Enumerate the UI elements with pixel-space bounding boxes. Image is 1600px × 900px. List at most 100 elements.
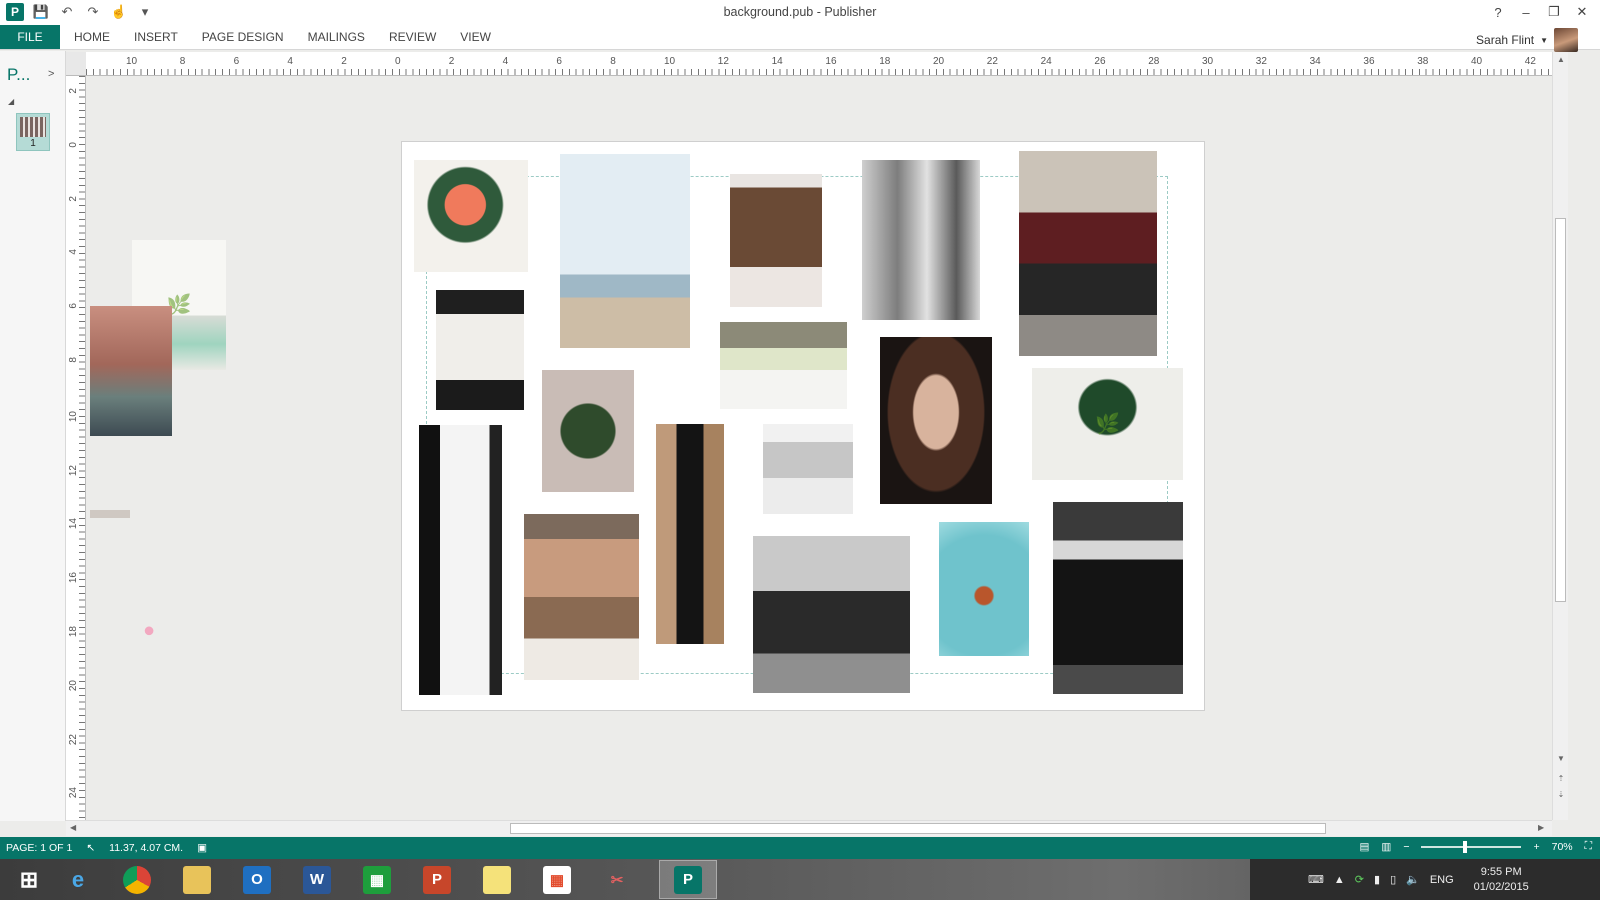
publisher-icon: P bbox=[674, 865, 702, 894]
photo-street-duo[interactable] bbox=[1019, 151, 1157, 356]
zoom-slider-knob[interactable] bbox=[1463, 840, 1468, 853]
expand-pane-icon[interactable]: > bbox=[48, 68, 54, 80]
ruler-tick-label: 18 bbox=[879, 56, 891, 67]
show-hidden-icons-icon[interactable]: ▲ bbox=[1334, 874, 1345, 886]
scroll-up-icon[interactable]: ▲ bbox=[1553, 55, 1569, 64]
taskbar-powerpoint[interactable]: P bbox=[408, 860, 466, 899]
input-language[interactable]: ENG bbox=[1430, 874, 1454, 886]
object-size-icon[interactable]: ▣ bbox=[197, 842, 207, 854]
photo-fur-stole-bw[interactable] bbox=[1053, 502, 1183, 694]
scroll-down-icon[interactable]: ▼ bbox=[1553, 754, 1569, 763]
scroll-right-icon[interactable]: ▶ bbox=[1538, 823, 1544, 832]
zoom-in-icon[interactable]: + bbox=[1533, 841, 1539, 853]
ruler-tick-label: 16 bbox=[825, 56, 837, 67]
taskbar-word[interactable]: W bbox=[288, 860, 346, 899]
photo-camel-coat-outfit[interactable] bbox=[656, 424, 724, 644]
photo-beach-friends[interactable] bbox=[560, 154, 690, 348]
photo-long-wavy-hair[interactable] bbox=[730, 174, 822, 307]
zoom-out-icon[interactable]: − bbox=[1403, 841, 1409, 853]
photo-long-brown-hair-portrait[interactable] bbox=[524, 514, 639, 680]
vertical-scrollbar[interactable]: ▲ ▼ ⇡ ⇣ bbox=[1552, 52, 1568, 820]
ruler-tick-label: 22 bbox=[68, 733, 79, 745]
minimize-button[interactable]: – bbox=[1514, 2, 1538, 22]
photo-blonde-smile-bw[interactable] bbox=[419, 425, 502, 695]
photo-monstera-vase[interactable]: 🌿 bbox=[1032, 368, 1183, 480]
horizontal-scrollbar[interactable]: ◀ ▶ bbox=[66, 820, 1552, 836]
taskbar-outlook[interactable]: O bbox=[228, 860, 286, 899]
taskbar-snipping-tool[interactable]: ✂ bbox=[588, 860, 646, 899]
photo-heels-paper[interactable] bbox=[436, 290, 524, 410]
scroll-left-icon[interactable]: ◀ bbox=[70, 823, 76, 832]
scratch-photo-townhouse-street[interactable] bbox=[90, 306, 172, 436]
ruler-tick-label: 8 bbox=[68, 357, 79, 363]
photo-hanging-plant[interactable] bbox=[542, 370, 634, 492]
status-right: ▤ ▥ − + 70% ⛶ bbox=[1360, 840, 1592, 853]
photo-tulips-vase[interactable] bbox=[720, 322, 847, 409]
photo-peony-bouquet[interactable] bbox=[414, 160, 528, 272]
horizontal-scroll-thumb[interactable] bbox=[510, 823, 1326, 834]
tab-file[interactable]: FILE bbox=[0, 25, 60, 49]
page-thumbnail[interactable]: 1 bbox=[16, 113, 50, 151]
ruler-tick-label: 26 bbox=[1094, 56, 1106, 67]
photo-dark-lipstick-portrait[interactable] bbox=[880, 337, 992, 504]
next-page-icon[interactable]: ⇣ bbox=[1553, 790, 1569, 799]
ruler-tick-label: 14 bbox=[68, 518, 79, 530]
previous-page-icon[interactable]: ⇡ bbox=[1553, 774, 1569, 783]
ruler-tick-label: 40 bbox=[1471, 56, 1483, 67]
ruler-tick-label: 16 bbox=[68, 572, 79, 584]
page-indicator[interactable]: PAGE: 1 OF 1 bbox=[6, 842, 72, 854]
clock[interactable]: 9:55 PM 01/02/2015 bbox=[1474, 865, 1529, 895]
user-account[interactable]: Sarah Flint ▼ bbox=[1476, 28, 1578, 52]
two-page-view-icon[interactable]: ▥ bbox=[1381, 841, 1391, 853]
taskbar-internet-explorer[interactable]: e bbox=[49, 860, 107, 899]
apps-grid-icon: ▦ bbox=[543, 865, 571, 894]
ruler-tick-label: 4 bbox=[502, 56, 509, 67]
page-navigation-pane: P... > ◢ 1 bbox=[0, 51, 66, 821]
scratch-area[interactable]: 🌿 ● 🌿 bbox=[86, 76, 1552, 820]
page-thumbnail-preview bbox=[20, 117, 46, 137]
avatar bbox=[1554, 28, 1578, 52]
signal-icon[interactable]: ▮ bbox=[1374, 873, 1380, 886]
tab-mailings[interactable]: MAILINGS bbox=[296, 30, 377, 44]
fit-page-icon[interactable]: ⛶ bbox=[1585, 840, 1592, 853]
tab-insert[interactable]: INSERT bbox=[122, 30, 190, 44]
vertical-scroll-thumb[interactable] bbox=[1555, 218, 1566, 602]
taskbar-file-explorer[interactable] bbox=[168, 860, 226, 899]
ruler-tick-label: 36 bbox=[1363, 56, 1375, 67]
windows-logo-icon: ⊞ bbox=[19, 866, 39, 892]
folder-icon bbox=[183, 865, 211, 894]
taskbar-chrome[interactable] bbox=[108, 860, 166, 899]
vertical-ruler[interactable]: 2 0 2 4 6 8 10 12 14 16 18 20 22 24 bbox=[66, 76, 86, 820]
window-title: background.pub - Publisher bbox=[723, 5, 877, 19]
help-button[interactable]: ? bbox=[1486, 2, 1510, 22]
photo-pineapple-pool[interactable] bbox=[939, 522, 1029, 656]
system-tray: ⌨ ▲ ⟳ ▮ ▯ 🔈 ENG 9:55 PM 01/02/2015 bbox=[1250, 859, 1600, 900]
tab-home[interactable]: HOME bbox=[62, 30, 122, 44]
taskbar-apps[interactable]: ▦ bbox=[528, 860, 586, 899]
single-page-view-icon[interactable]: ▤ bbox=[1360, 841, 1370, 853]
cursor-icon: ↖ bbox=[86, 842, 96, 854]
zoom-level[interactable]: 70% bbox=[1552, 841, 1573, 853]
tab-page-design[interactable]: PAGE DESIGN bbox=[190, 30, 296, 44]
battery-icon[interactable]: ▯ bbox=[1390, 873, 1396, 886]
photo-white-cap-back[interactable] bbox=[763, 424, 853, 514]
photo-two-women-bw[interactable] bbox=[862, 160, 980, 320]
taskbar-sticky-notes[interactable] bbox=[468, 860, 526, 899]
tab-view[interactable]: VIEW bbox=[448, 30, 503, 44]
keyboard-icon[interactable]: ⌨ bbox=[1308, 873, 1324, 886]
zoom-slider[interactable] bbox=[1421, 840, 1522, 853]
horizontal-ruler[interactable]: 10 8 6 4 2 0 2 4 6 8 10 12 14 16 18 20 22 24 26 28 30 32 34 36 3… bbox=[86, 52, 1552, 76]
taskbar-publisher[interactable]: P bbox=[659, 860, 717, 899]
photo-walking-pair-bw[interactable] bbox=[753, 536, 910, 693]
publication-page[interactable]: 🌿 bbox=[402, 142, 1204, 710]
collapse-triangle-icon[interactable]: ◢ bbox=[8, 97, 14, 106]
ruler-tick-label: 24 bbox=[1040, 56, 1052, 67]
taskbar-store[interactable]: ▦ bbox=[348, 860, 406, 899]
scratch-photo-small-strip[interactable] bbox=[90, 510, 130, 518]
restore-button[interactable]: ❐ bbox=[1542, 2, 1566, 22]
volume-icon[interactable]: 🔈 bbox=[1406, 873, 1420, 886]
tab-review[interactable]: REVIEW bbox=[377, 30, 448, 44]
sync-icon[interactable]: ⟳ bbox=[1355, 873, 1364, 886]
scratch-photo-bubblegum-portrait[interactable]: ● bbox=[90, 518, 208, 724]
close-button[interactable]: ✕ bbox=[1570, 2, 1594, 22]
